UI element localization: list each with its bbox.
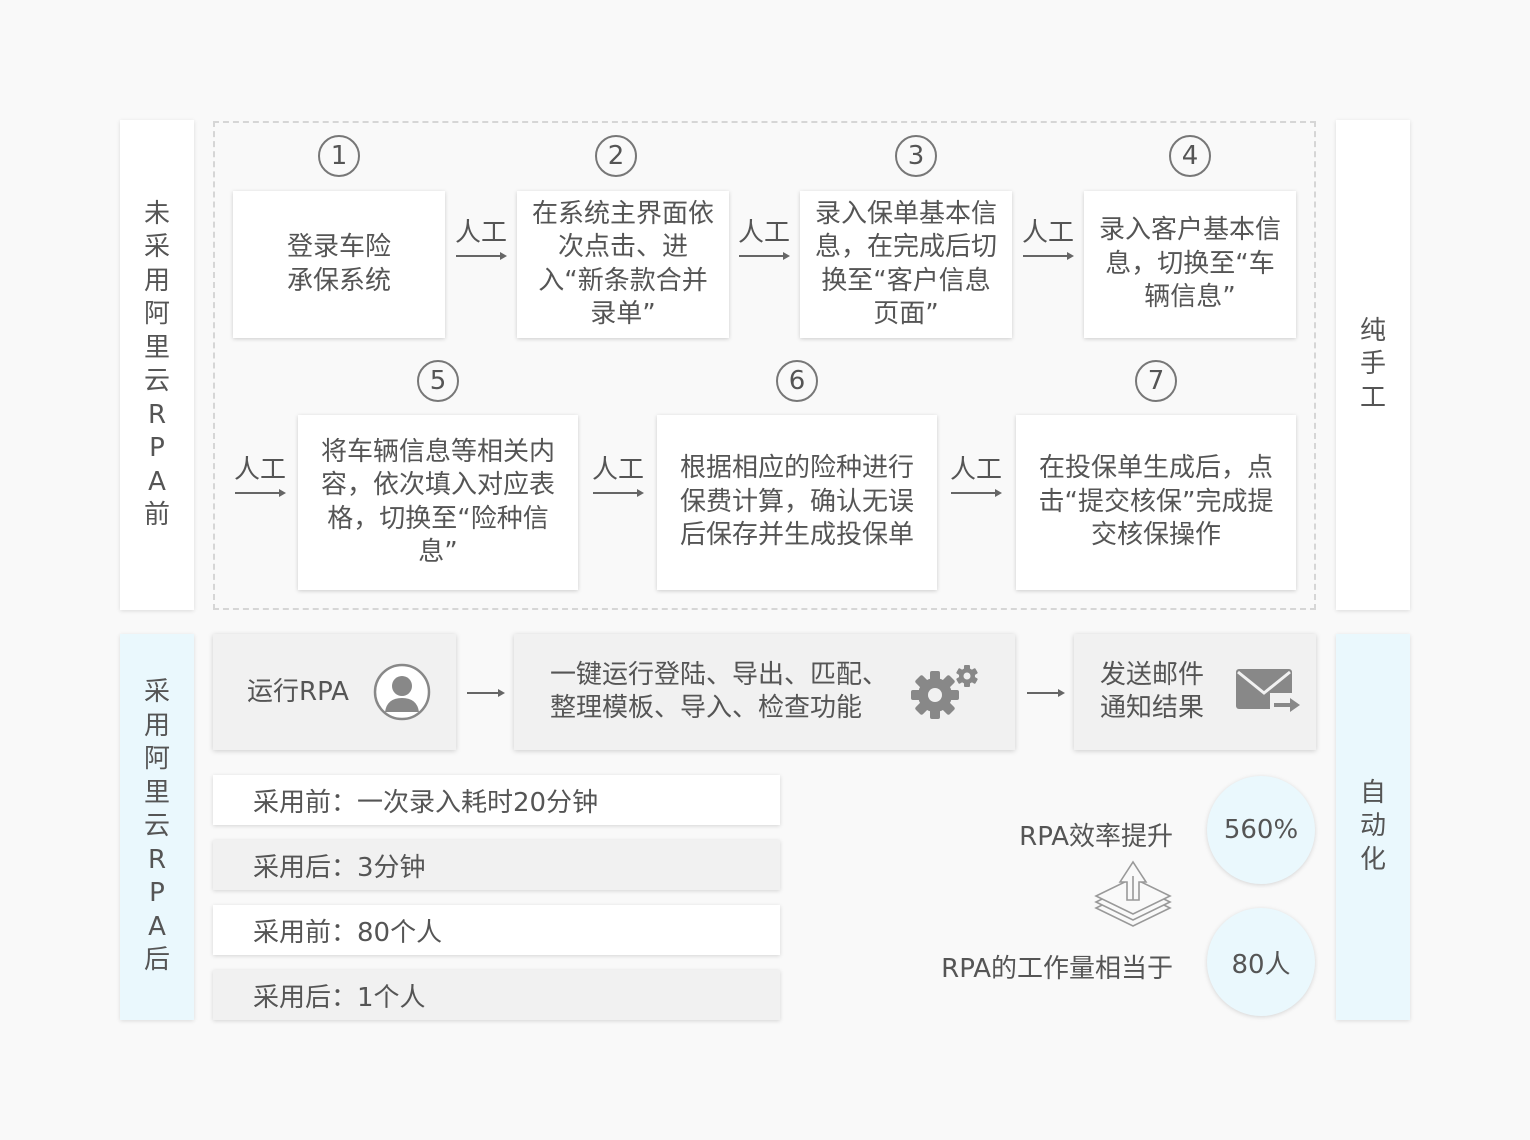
workload-value: 80人	[1231, 949, 1291, 980]
step-text-2: 在系统主界面依次点击、进入“新条款合并录单”	[531, 198, 714, 330]
auto-label: 自动化	[1359, 777, 1386, 875]
arrow-right-icon	[456, 252, 507, 260]
workload-label: RPA的工作量相当于	[941, 954, 1173, 984]
step-text-4: 录入客户基本信息，切换至“车辆信息”	[1098, 215, 1281, 313]
step-box-5: 将车辆信息等相关内容，依次填入对应表格，切换至“险种信息”	[298, 415, 578, 590]
step-number-6: 6	[776, 360, 818, 402]
user-icon	[373, 663, 431, 721]
manual-side-panel: 纯手工	[1336, 120, 1410, 610]
stat-text: 采用前：一次录入耗时20分钟	[253, 787, 599, 818]
connector-3-4: 人工	[1018, 218, 1078, 262]
efficiency-circle: 560%	[1207, 776, 1315, 884]
step-number-7: 7	[1135, 360, 1177, 402]
connector-label: 人工	[233, 455, 286, 485]
step-text-6: 根据相应的险种进行保费计算，确认无误后保存并生成投保单	[679, 453, 914, 551]
run-rpa-text: 运行RPA	[247, 676, 349, 707]
efficiency-value: 560%	[1223, 815, 1299, 845]
layers-up-icon	[1094, 860, 1172, 927]
connector-4-5: 人工	[230, 455, 290, 499]
stat-text: 采用前：80个人	[253, 917, 443, 948]
arrow-right-icon	[951, 489, 1002, 497]
arrow-right-icon	[593, 489, 644, 497]
gears-icon	[911, 665, 978, 719]
connector-2-3: 人工	[734, 218, 794, 262]
step-box-2: 在系统主界面依次点击、进入“新条款合并录单”	[517, 191, 729, 338]
notify-text: 发送邮件通知结果	[1100, 660, 1205, 723]
before-rpa-label: 未采用阿里云RPA前	[143, 198, 170, 531]
step-box-4: 录入客户基本信息，切换至“车辆信息”	[1084, 191, 1296, 338]
stat-row-after-people: 采用后：1个人	[213, 970, 780, 1020]
arrow-right-icon	[1023, 252, 1074, 260]
stat-row-before-people: 采用前：80个人	[213, 905, 780, 955]
mail-icon	[1236, 669, 1300, 717]
arrow-right-icon	[235, 489, 286, 497]
step-number-4: 4	[1169, 135, 1211, 177]
after-rpa-side-panel: 采用阿里云RPA后	[120, 634, 194, 1020]
step-number-5: 5	[417, 360, 459, 402]
step-box-1: 登录车险承保系统	[233, 191, 445, 338]
after-rpa-label: 采用阿里云RPA后	[143, 677, 170, 976]
connector-label: 人工	[591, 455, 644, 485]
auto-side-panel: 自动化	[1336, 634, 1410, 1020]
workload-circle: 80人	[1207, 908, 1315, 1016]
connector-label: 人工	[454, 218, 507, 248]
rpa-functions-box: 一键运行登陆、导出、匹配、整理模板、导入、检查功能	[514, 634, 1015, 750]
step-text-3: 录入保单基本信息，在完成后切换至“客户信息页面”	[814, 198, 997, 330]
step-number-3: 3	[895, 135, 937, 177]
step-number-2: 2	[595, 135, 637, 177]
stat-row-after-time: 采用后：3分钟	[213, 840, 780, 890]
run-rpa-box: 运行RPA	[213, 634, 456, 750]
connector-label: 人工	[1021, 218, 1074, 248]
connector-1-2: 人工	[451, 218, 511, 262]
step-text-1: 登录车险承保系统	[286, 232, 391, 296]
step-box-3: 录入保单基本信息，在完成后切换至“客户信息页面”	[800, 191, 1012, 338]
rpa-functions-text: 一键运行登陆、导出、匹配、整理模板、导入、检查功能	[550, 660, 889, 723]
stat-text: 采用后：3分钟	[253, 852, 426, 883]
connector-label: 人工	[949, 455, 1002, 485]
stat-text: 采用后：1个人	[253, 982, 426, 1013]
before-rpa-side-panel: 未采用阿里云RPA前	[120, 120, 194, 610]
step-number-1: 1	[318, 135, 360, 177]
manual-label: 纯手工	[1359, 315, 1386, 413]
arrow-right-icon	[467, 689, 505, 697]
arrow-right-icon	[1027, 689, 1065, 697]
step-text-7: 在投保单生成后，点击“提交核保”完成提交核保操作	[1038, 453, 1274, 551]
notify-box: 发送邮件通知结果	[1074, 634, 1316, 750]
step-box-7: 在投保单生成后，点击“提交核保”完成提交核保操作	[1016, 415, 1296, 590]
efficiency-label: RPA效率提升	[1019, 822, 1173, 852]
stat-row-before-time: 采用前：一次录入耗时20分钟	[213, 775, 780, 825]
step-text-5: 将车辆信息等相关内容，依次填入对应表格，切换至“险种信息”	[320, 436, 555, 568]
connector-6-7: 人工	[946, 455, 1006, 499]
connector-5-6: 人工	[588, 455, 648, 499]
arrow-right-icon	[739, 252, 790, 260]
step-box-6: 根据相应的险种进行保费计算，确认无误后保存并生成投保单	[657, 415, 937, 590]
connector-label: 人工	[737, 218, 790, 248]
